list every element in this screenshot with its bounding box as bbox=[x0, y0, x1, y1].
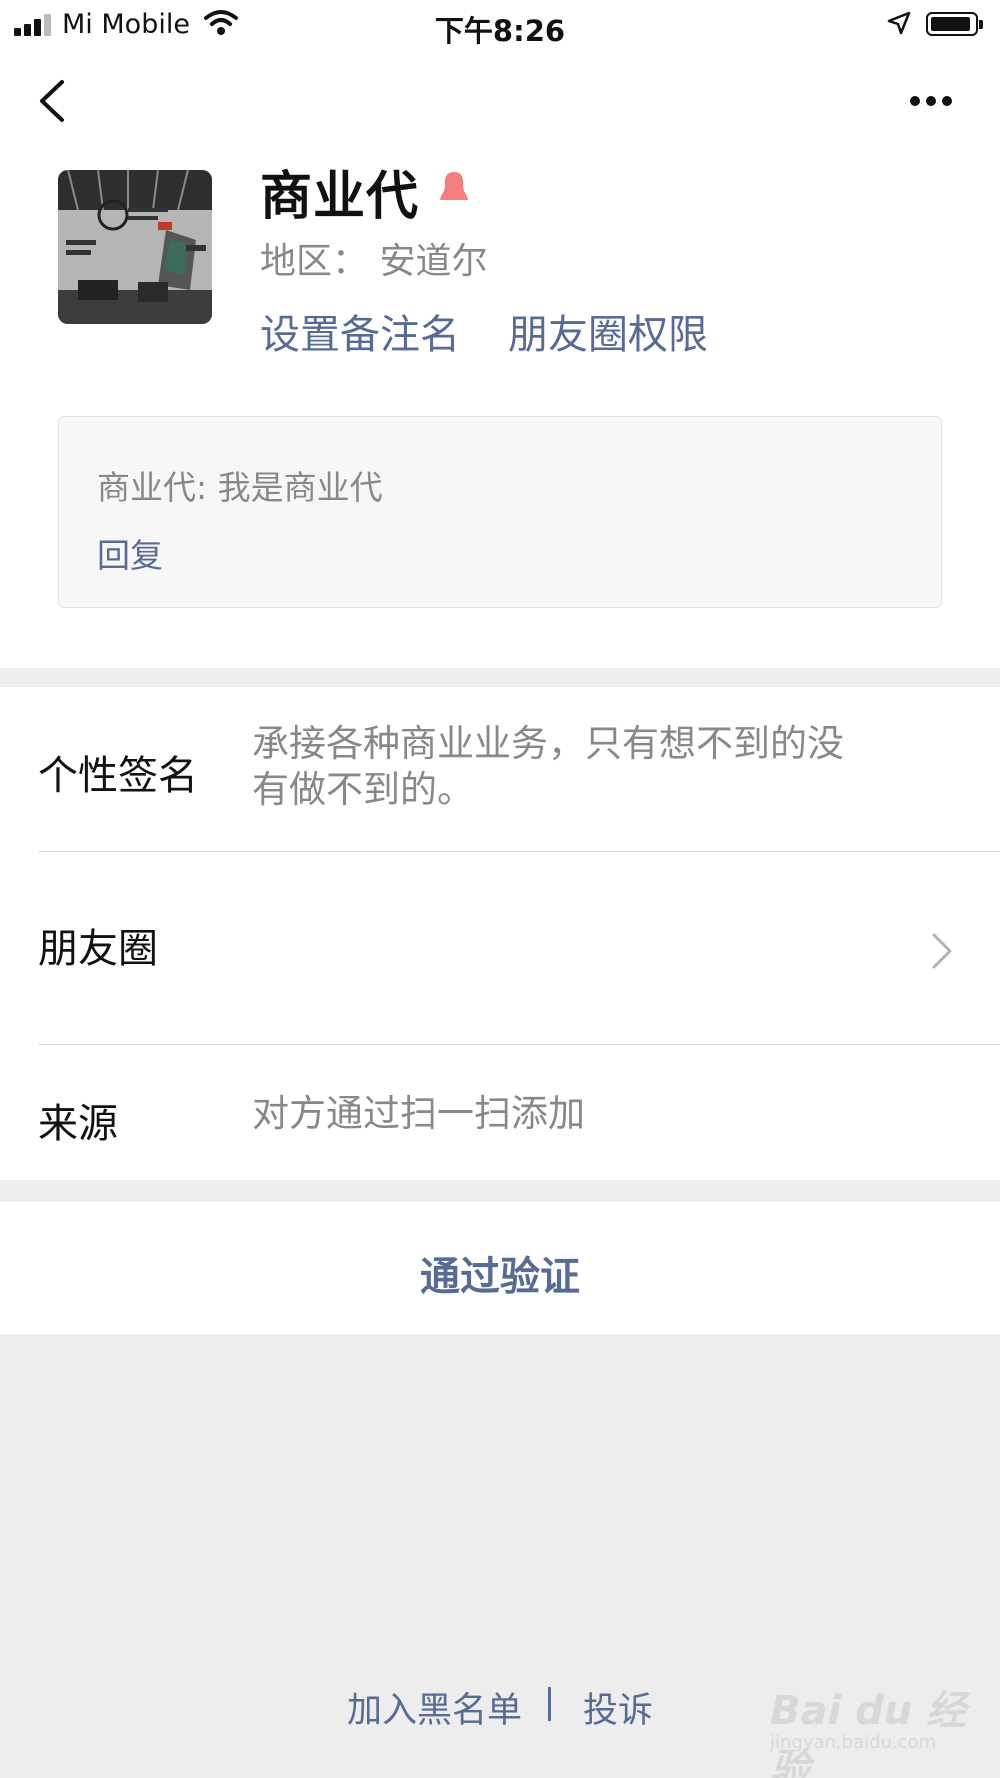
watermark-brand: Bai du 经验 bbox=[770, 1688, 967, 1778]
report-button[interactable]: 投诉 bbox=[583, 1682, 653, 1733]
approve-verification-button[interactable]: 通过验证 bbox=[0, 1202, 1000, 1334]
source-label: 来源 bbox=[38, 1101, 118, 1147]
moments-row[interactable]: 朋友圈 bbox=[0, 852, 1000, 1044]
avatar-image bbox=[58, 170, 212, 324]
battery-icon bbox=[926, 12, 983, 36]
signature-line-1: 承接各种商业业务，只有想不到的没 bbox=[252, 722, 844, 765]
verification-message-text: 商业代: 我是商业代 bbox=[97, 468, 383, 507]
contact-name: 商业代 bbox=[260, 167, 420, 227]
divider bbox=[38, 1044, 1000, 1045]
source-value: 对方通过扫一扫添加 bbox=[252, 1092, 585, 1135]
contact-info-list: 个性签名 承接各种商业业务，只有想不到的没 有做不到的。 朋友圈 来源 对方通过… bbox=[0, 687, 1000, 1180]
chevron-right-icon bbox=[932, 933, 952, 969]
back-chevron-icon[interactable] bbox=[34, 78, 74, 124]
status-time: 下午8:26 bbox=[434, 14, 566, 48]
baidu-jingyan-watermark: Bai du 经验 jingyan.baidu.com bbox=[770, 1670, 985, 1778]
status-bar: Mi Mobile 下午8:26 bbox=[0, 0, 1000, 50]
signature-label: 个性签名 bbox=[38, 753, 198, 799]
moments-permission-button[interactable]: 朋友圈权限 bbox=[508, 302, 708, 360]
moments-label: 朋友圈 bbox=[38, 926, 158, 972]
add-to-blacklist-button[interactable]: 加入黑名单 bbox=[347, 1682, 522, 1733]
avatar[interactable] bbox=[58, 170, 212, 324]
more-options-icon[interactable] bbox=[906, 90, 956, 112]
footer-separator bbox=[548, 1687, 551, 1721]
reply-button[interactable]: 回复 bbox=[97, 529, 163, 577]
signature-line-2: 有做不到的。 bbox=[252, 768, 474, 811]
profile-header-panel: Mi Mobile 下午8:26 商业代 地区： 安道尔 设置备注名 朋友圈权限… bbox=[0, 0, 1000, 668]
set-remark-button[interactable]: 设置备注名 bbox=[260, 302, 460, 360]
approve-verification-label: 通过验证 bbox=[420, 1254, 580, 1300]
watermark-url: jingyan.baidu.com bbox=[770, 1732, 937, 1753]
region-text: 地区： 安道尔 bbox=[260, 241, 488, 282]
female-gender-icon bbox=[440, 172, 468, 200]
location-arrow-icon bbox=[887, 11, 911, 35]
verification-message-box: 商业代: 我是商业代 回复 bbox=[58, 416, 942, 608]
